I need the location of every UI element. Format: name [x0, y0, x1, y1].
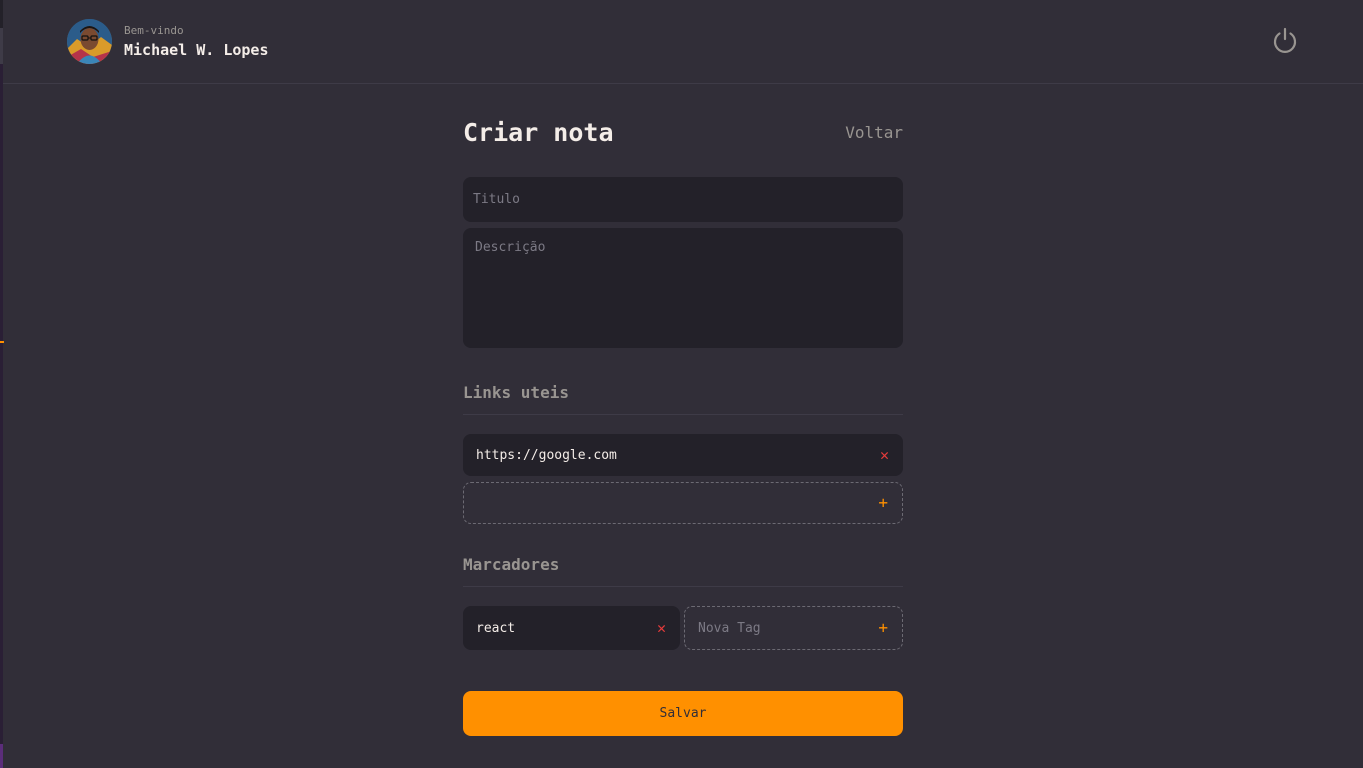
user-avatar-icon: [67, 19, 112, 64]
description-wrapper[interactable]: [463, 228, 903, 348]
logout-button[interactable]: [1271, 26, 1299, 54]
tags-section-title: Marcadores: [463, 544, 903, 587]
new-link-input[interactable]: [477, 495, 879, 511]
remove-tag-button[interactable]: ✕: [657, 620, 666, 636]
links-section-title: Links uteis: [463, 372, 903, 415]
add-tag-button[interactable]: +: [878, 620, 888, 636]
description-textarea[interactable]: [475, 240, 891, 336]
tag-item: react ✕: [463, 606, 680, 650]
window-edge-marker: [0, 341, 4, 343]
add-link-button[interactable]: +: [878, 495, 888, 511]
link-value[interactable]: https://google.com: [476, 448, 617, 463]
welcome-label: Bem-vindo: [124, 23, 184, 37]
tags-section: Marcadores react ✕ +: [463, 544, 903, 650]
page-title: Criar nota: [463, 117, 614, 147]
app-header: Bem-vindo Michael W. Lopes: [3, 0, 1363, 84]
tag-value[interactable]: react: [476, 621, 515, 636]
window-edge-segment: [0, 64, 3, 744]
title-input[interactable]: [473, 192, 893, 207]
title-input-wrapper[interactable]: [463, 177, 903, 222]
window-edge: [0, 0, 4, 768]
new-tag-item: +: [684, 606, 903, 650]
profile-text: Bem-vindo Michael W. Lopes: [124, 24, 269, 60]
save-button[interactable]: Salvar: [463, 691, 903, 736]
form-header: Criar nota Voltar: [463, 100, 903, 164]
new-tag-input[interactable]: [698, 620, 879, 636]
username[interactable]: Michael W. Lopes: [124, 40, 269, 60]
links-section: Links uteis https://google.com ✕ +: [463, 372, 903, 524]
links-list: https://google.com ✕ +: [463, 434, 903, 524]
power-icon: [1273, 27, 1297, 53]
avatar[interactable]: [67, 19, 112, 64]
tags-list: react ✕ +: [463, 606, 903, 650]
back-link[interactable]: Voltar: [845, 123, 903, 142]
create-note-form: Criar nota Voltar Links uteis https://go…: [463, 100, 903, 736]
window-edge-segment: [0, 744, 3, 768]
link-item: https://google.com ✕: [463, 434, 903, 476]
remove-link-button[interactable]: ✕: [880, 447, 889, 463]
profile[interactable]: Bem-vindo Michael W. Lopes: [67, 19, 269, 64]
new-link-item: +: [463, 482, 903, 524]
